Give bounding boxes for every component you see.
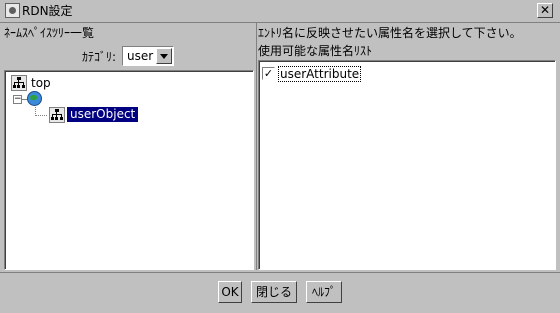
chevron-down-icon[interactable] <box>156 48 172 64</box>
tree-item-userobject[interactable]: userObject <box>67 107 139 122</box>
globe-icon <box>27 91 42 106</box>
title-bar: RDN設定 ✕ <box>0 0 560 23</box>
category-label: ｶﾃｺﾞﾘ: <box>82 50 117 64</box>
ok-button[interactable]: OK <box>218 281 242 303</box>
close-button[interactable]: 閉じる <box>251 281 297 303</box>
category-select-value: user <box>127 49 154 63</box>
instruction-text: ｴﾝﾄﾘ名に反映させたい属性名を選択して下さい。 <box>258 26 522 40</box>
hierarchy-icon <box>11 75 27 91</box>
attribute-list-panel[interactable]: ✓ userAttribute <box>258 60 556 270</box>
namespace-tree-panel[interactable]: top − userObject <box>4 70 254 270</box>
footer-divider <box>0 272 560 273</box>
tree-root-label[interactable]: top <box>31 76 51 90</box>
collapse-toggle[interactable]: − <box>13 95 22 104</box>
attribute-item-label[interactable]: userAttribute <box>278 66 362 82</box>
attribute-list-header: 使用可能な属性名ﾘｽﾄ <box>258 44 373 58</box>
close-window-button[interactable]: ✕ <box>537 3 553 18</box>
tree-connector <box>35 115 47 117</box>
window-title: RDN設定 <box>22 4 73 18</box>
hierarchy-icon <box>49 107 65 123</box>
app-icon <box>5 3 20 18</box>
attribute-checkbox[interactable]: ✓ <box>262 67 275 80</box>
category-select[interactable]: user <box>122 46 174 66</box>
pane-splitter[interactable] <box>256 22 257 270</box>
help-button[interactable]: ﾍﾙﾌﾟ <box>306 281 342 303</box>
namespace-tree-header: ﾈｰﾑｽﾍﾟｲｽﾂﾘｰ一覧 <box>4 26 95 40</box>
